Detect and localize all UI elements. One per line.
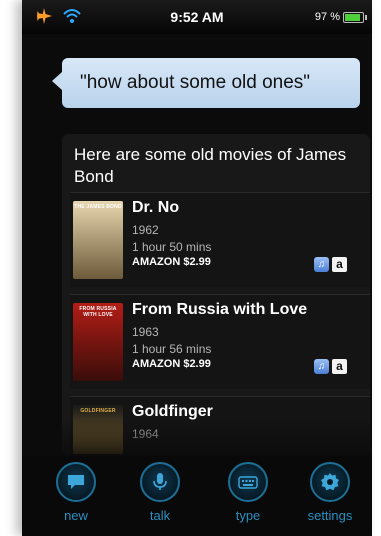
settings-button[interactable]: settings [290, 456, 370, 536]
movie-result-dr-no[interactable]: THE JAMES BOND Dr. No 1962 1 hour 50 min… [70, 192, 370, 287]
movie-poster: FROM RUSSIA WITH LOVE [73, 303, 123, 381]
movie-poster: THE JAMES BOND [73, 201, 123, 279]
chat-bubble-icon [56, 462, 96, 502]
movie-title: From Russia with Love [132, 301, 308, 318]
movie-year: 1963 [132, 325, 159, 339]
type-button[interactable]: type [208, 456, 288, 536]
itunes-icon[interactable]: ♫ [314, 257, 329, 272]
bottom-toolbar: new talk type settings [22, 456, 372, 536]
user-query-bubble: "how about some old ones" [52, 58, 360, 108]
scroll-fade [22, 420, 372, 460]
type-label: type [235, 508, 261, 523]
movie-price: AMAZON $2.99 [132, 358, 211, 370]
movie-price: AMAZON $2.99 [132, 256, 211, 268]
new-label: new [64, 508, 88, 523]
microphone-icon [140, 462, 180, 502]
new-button[interactable]: new [36, 456, 116, 536]
keyboard-icon [228, 462, 268, 502]
movie-duration: 1 hour 50 mins [132, 240, 212, 254]
amazon-icon[interactable]: a [332, 257, 347, 272]
movie-title: Goldfinger [132, 403, 213, 420]
itunes-icon[interactable]: ♫ [314, 359, 329, 374]
talk-button[interactable]: talk [120, 456, 200, 536]
status-bar: 9:52 AM 97 % [22, 0, 372, 34]
movie-title: Dr. No [132, 199, 180, 216]
movie-year: 1962 [132, 223, 159, 237]
movie-result-from-russia-with-love[interactable]: FROM RUSSIA WITH LOVE From Russia with L… [70, 294, 370, 389]
phone-screen: 9:52 AM 97 % "how about some old ones" H… [22, 0, 372, 536]
settings-label: settings [307, 508, 353, 523]
response-card: Here are some old movies of James Bond T… [62, 134, 370, 454]
battery-percentage: 97 % [314, 11, 340, 23]
movie-duration: 1 hour 56 mins [132, 342, 212, 356]
talk-label: talk [149, 508, 171, 523]
gear-icon [310, 462, 350, 502]
response-intro: Here are some old movies of James Bond [74, 145, 347, 186]
battery-icon [343, 12, 367, 23]
amazon-icon[interactable]: a [332, 359, 347, 374]
